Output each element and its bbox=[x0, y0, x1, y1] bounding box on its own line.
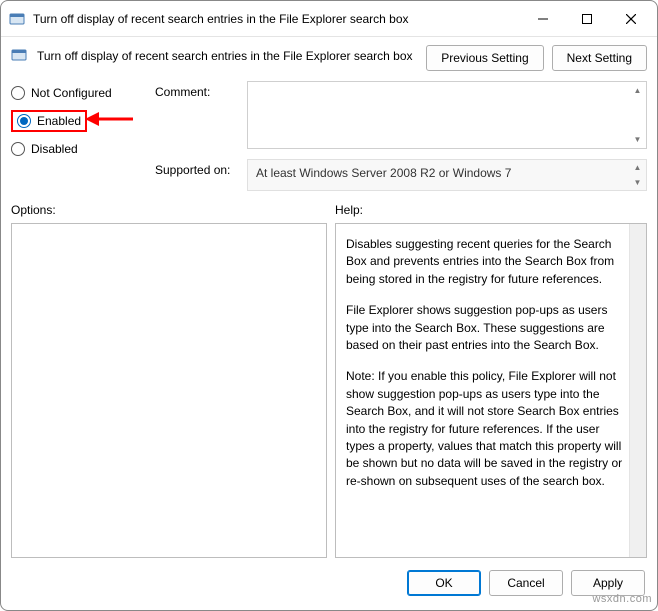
help-paragraph: Disables suggesting recent queries for t… bbox=[346, 236, 626, 288]
help-paragraph: File Explorer shows suggestion pop-ups a… bbox=[346, 302, 626, 354]
cancel-button[interactable]: Cancel bbox=[489, 570, 563, 596]
watermark: wsxdn.com bbox=[592, 593, 652, 605]
policy-icon bbox=[9, 11, 25, 27]
annotation-arrow bbox=[85, 108, 135, 130]
radio-not-configured[interactable]: Not Configured bbox=[11, 81, 147, 105]
help-scrollbar[interactable] bbox=[629, 224, 646, 557]
radio-disabled[interactable]: Disabled bbox=[11, 137, 147, 161]
help-panel: Disables suggesting recent queries for t… bbox=[335, 223, 647, 558]
options-heading: Options: bbox=[11, 203, 335, 217]
state-radio-group: Not Configured Enabled Disabled bbox=[11, 81, 147, 191]
radio-label: Disabled bbox=[31, 142, 78, 156]
scroll-down-icon: ▼ bbox=[629, 131, 646, 148]
close-button[interactable] bbox=[609, 4, 653, 34]
annotation-highlight: Enabled bbox=[11, 110, 87, 132]
help-heading: Help: bbox=[335, 203, 363, 217]
scroll-down-icon: ▼ bbox=[629, 175, 646, 190]
supported-value: At least Windows Server 2008 R2 or Windo… bbox=[256, 166, 511, 180]
window-title: Turn off display of recent search entrie… bbox=[33, 12, 521, 26]
comment-label: Comment: bbox=[155, 81, 241, 99]
previous-setting-button[interactable]: Previous Setting bbox=[426, 45, 543, 71]
radio-icon bbox=[11, 142, 25, 156]
scroll-up-icon: ▲ bbox=[629, 82, 646, 99]
radio-icon bbox=[17, 114, 31, 128]
policy-icon bbox=[11, 47, 27, 63]
sections-header: Options: Help: bbox=[1, 199, 657, 221]
radio-icon bbox=[11, 86, 25, 100]
comment-textarea[interactable]: ▲▼ bbox=[247, 81, 647, 149]
panels-area: Disables suggesting recent queries for t… bbox=[1, 221, 657, 562]
setting-title: Turn off display of recent search entrie… bbox=[37, 45, 416, 63]
fields-area: Comment: ▲▼ Supported on: At least Windo… bbox=[155, 81, 647, 191]
next-setting-button[interactable]: Next Setting bbox=[552, 45, 647, 71]
help-paragraph: Note: If you enable this policy, File Ex… bbox=[346, 368, 626, 490]
supported-label: Supported on: bbox=[155, 159, 241, 177]
footer-buttons: OK Cancel Apply bbox=[1, 562, 657, 610]
options-panel bbox=[11, 223, 327, 558]
scroll-arrows: ▲▼ bbox=[629, 82, 646, 148]
group-policy-setting-window: Turn off display of recent search entrie… bbox=[0, 0, 658, 611]
titlebar: Turn off display of recent search entrie… bbox=[1, 1, 657, 37]
scroll-arrows: ▲▼ bbox=[629, 160, 646, 190]
header-row: Turn off display of recent search entrie… bbox=[1, 37, 657, 77]
supported-on-box: At least Windows Server 2008 R2 or Windo… bbox=[247, 159, 647, 191]
minimize-button[interactable] bbox=[521, 4, 565, 34]
configuration-area: Not Configured Enabled Disabled Commen bbox=[1, 77, 657, 199]
radio-label: Not Configured bbox=[31, 86, 112, 100]
ok-button[interactable]: OK bbox=[407, 570, 481, 596]
scroll-up-icon: ▲ bbox=[629, 160, 646, 175]
radio-label: Enabled bbox=[37, 114, 81, 128]
maximize-button[interactable] bbox=[565, 4, 609, 34]
